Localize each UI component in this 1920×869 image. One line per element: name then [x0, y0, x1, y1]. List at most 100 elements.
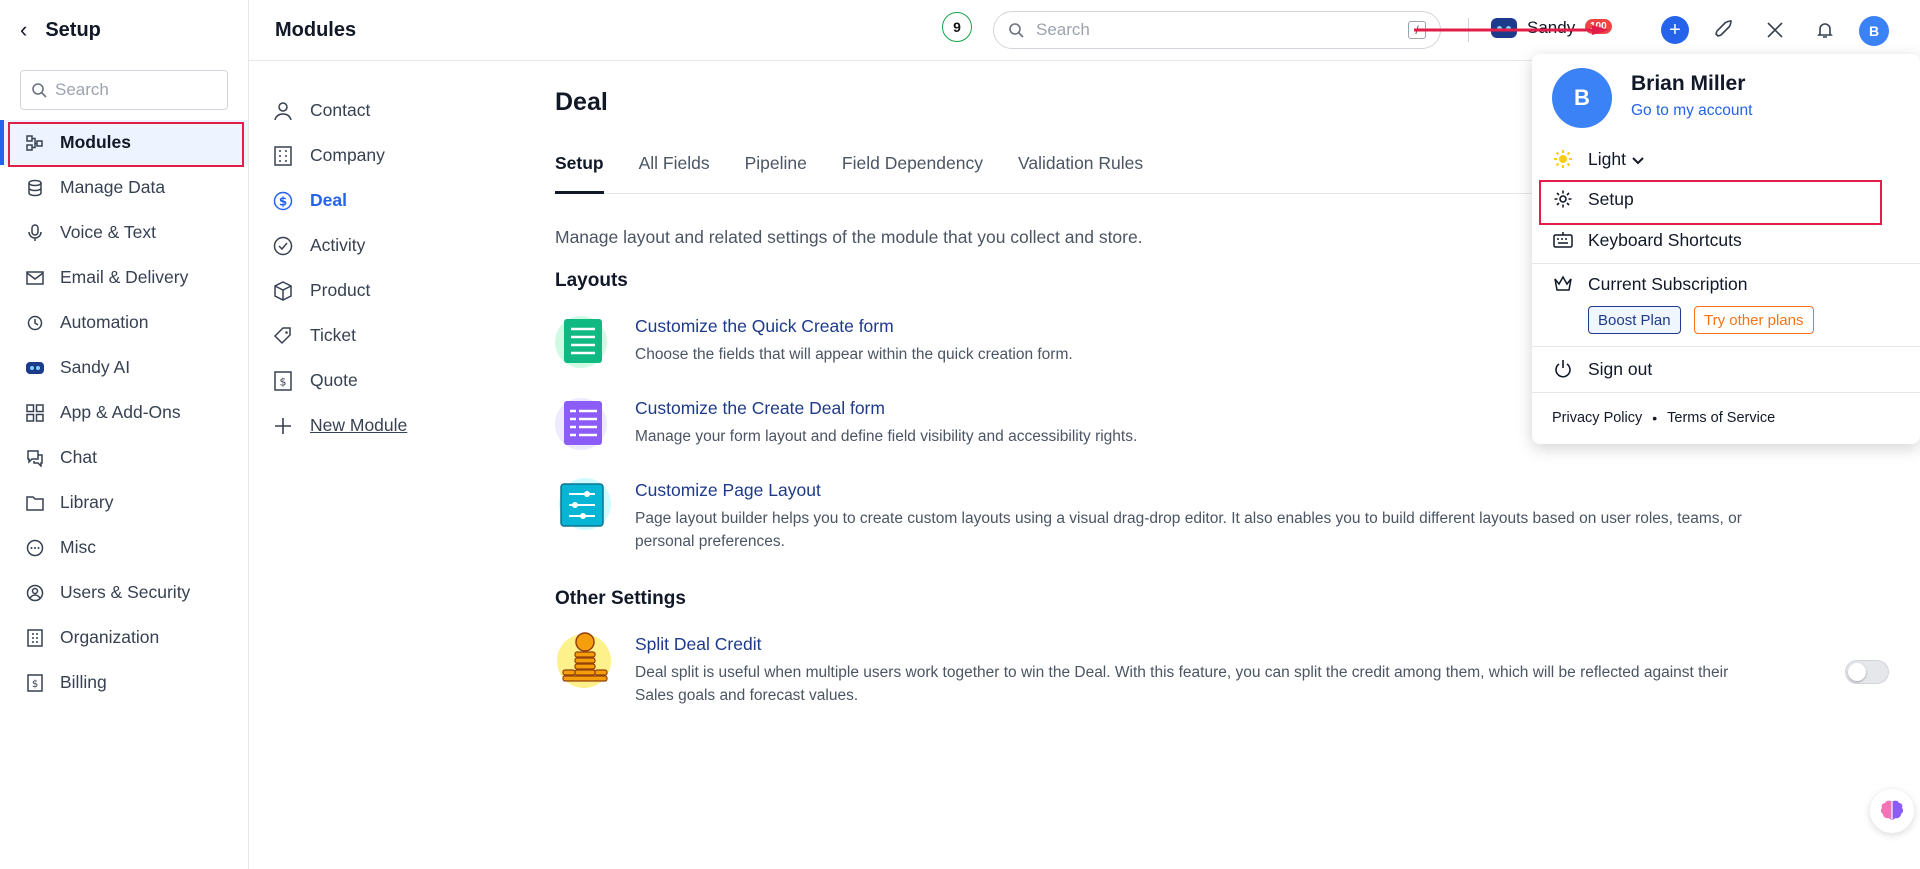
rocket-icon[interactable]	[1710, 16, 1738, 44]
sidebar-item-billing[interactable]: $ Billing	[0, 660, 248, 705]
menu-item-subscription[interactable]: Current Subscription	[1552, 273, 1748, 295]
menu-item-setup[interactable]: Setup	[1552, 188, 1634, 210]
sidebar-item-app-addons[interactable]: App & Add-Ons	[0, 390, 248, 435]
database-icon	[25, 178, 45, 198]
svg-text:$: $	[279, 194, 287, 208]
add-icon[interactable]: +	[1661, 16, 1689, 44]
sidebar-item-label: Chat	[60, 447, 97, 467]
menu-divider	[1532, 263, 1920, 264]
coins-icon	[555, 630, 613, 688]
terms-of-service-link[interactable]: Terms of Service	[1667, 410, 1775, 426]
sidebar-item-organization[interactable]: Organization	[0, 615, 248, 660]
back-arrow-icon[interactable]: ‹	[20, 17, 27, 43]
footer-separator: •	[1652, 410, 1658, 426]
tab-setup[interactable]: Setup	[555, 149, 604, 194]
menu-divider	[1532, 392, 1920, 393]
new-module-link[interactable]: New Module	[272, 403, 407, 448]
sidebar-item-manage-data[interactable]: Manage Data	[0, 165, 248, 210]
boost-plan-button[interactable]: Boost Plan	[1588, 306, 1681, 334]
menu-item-keyboard-shortcuts[interactable]: Keyboard Shortcuts	[1552, 229, 1742, 251]
tab-all-fields[interactable]: All Fields	[639, 149, 710, 193]
module-label: Company	[310, 145, 385, 165]
building-icon	[272, 145, 294, 167]
robot-icon	[25, 358, 45, 378]
quick-create-form-icon	[555, 312, 613, 370]
card-description: Page layout builder helps you to create …	[635, 510, 1742, 550]
layout-card-page-layout: Customize Page Layout Page layout builde…	[555, 476, 1905, 553]
menu-item-sign-out[interactable]: Sign out	[1552, 358, 1652, 380]
microphone-icon	[25, 223, 45, 243]
sidebar-header: ‹ Setup	[0, 0, 248, 60]
tools-icon[interactable]	[1761, 16, 1789, 44]
tab-field-dependency[interactable]: Field Dependency	[842, 149, 983, 193]
sidebar-item-label: Voice & Text	[60, 222, 156, 242]
search-icon	[32, 83, 47, 98]
go-to-account-link[interactable]: Go to my account	[1631, 102, 1752, 120]
sidebar-item-label: App & Add-Ons	[60, 402, 181, 422]
module-item-ticket[interactable]: Ticket	[272, 313, 407, 358]
module-label: Contact	[310, 100, 371, 120]
shortcuts-label: Keyboard Shortcuts	[1588, 229, 1742, 250]
sidebar-item-label: Email & Delivery	[60, 267, 189, 287]
bell-icon[interactable]	[1811, 16, 1839, 44]
page-title: Modules	[275, 18, 357, 41]
sidebar-item-sandy-ai[interactable]: Sandy AI	[0, 345, 248, 390]
sidebar-item-label: Billing	[60, 672, 107, 692]
module-label: New Module	[310, 415, 408, 435]
card-description: Choose the fields that will appear withi…	[635, 346, 1073, 363]
sidebar-item-label: Modules	[60, 132, 131, 152]
other-settings-heading: Other Settings	[555, 588, 686, 609]
menu-divider	[1532, 346, 1920, 347]
module-label: Product	[310, 280, 371, 300]
chevron-down-icon	[1632, 149, 1644, 170]
module-item-product[interactable]: Product	[272, 268, 407, 313]
tab-validation-rules[interactable]: Validation Rules	[1018, 149, 1143, 193]
sidebar-item-users-security[interactable]: Users & Security	[0, 570, 248, 615]
sidebar-item-label: Library	[60, 492, 114, 512]
search-shortcut-key: /	[1408, 21, 1426, 39]
sandy-ai-button[interactable]: Sandy	[1491, 18, 1575, 38]
module-item-activity[interactable]: Activity	[272, 223, 407, 268]
sidebar-item-label: Manage Data	[60, 177, 166, 197]
sidebar-item-modules[interactable]: Modules	[0, 120, 248, 165]
module-item-deal[interactable]: $ Deal	[272, 178, 407, 223]
module-item-company[interactable]: Company	[272, 133, 407, 178]
card-title-link[interactable]: Customize the Quick Create form	[635, 316, 1073, 337]
module-label: Quote	[310, 370, 358, 390]
privacy-policy-link[interactable]: Privacy Policy	[1552, 410, 1642, 426]
module-label: Activity	[310, 235, 366, 255]
sidebar-item-misc[interactable]: Misc	[0, 525, 248, 570]
tab-pipeline[interactable]: Pipeline	[745, 149, 807, 193]
module-item-contact[interactable]: Contact	[272, 88, 407, 133]
global-search-input[interactable]: Search /	[993, 11, 1441, 49]
sidebar-item-library[interactable]: Library	[0, 480, 248, 525]
sandy-label: Sandy	[1527, 18, 1576, 37]
module-item-quote[interactable]: $ Quote	[272, 358, 407, 403]
sidebar-search-input[interactable]: Search	[20, 70, 228, 110]
sidebar-title: Setup	[45, 18, 101, 41]
sidebar-item-label: Automation	[60, 312, 149, 332]
try-other-plans-button[interactable]: Try other plans	[1694, 306, 1814, 334]
user-menu-dropdown: B Brian Miller Go to my account Light Se…	[1532, 54, 1920, 444]
envelope-icon	[25, 268, 45, 288]
split-deal-credit-toggle[interactable]	[1845, 660, 1889, 684]
card-title-link[interactable]: Customize the Create Deal form	[635, 398, 1137, 419]
setup-sidebar: ‹ Setup Search Modules Manage Data Voice…	[0, 0, 249, 869]
sidebar-item-automation[interactable]: Automation	[0, 300, 248, 345]
module-list: Contact Company $ Deal Activity Product …	[272, 88, 407, 448]
power-icon	[1552, 358, 1574, 380]
notification-badge: 100	[1585, 19, 1612, 34]
page-layout-icon	[555, 476, 613, 534]
sidebar-item-voice-text[interactable]: Voice & Text	[0, 210, 248, 255]
ai-assistant-brain-icon[interactable]	[1870, 789, 1914, 833]
user-circle-icon	[25, 583, 45, 603]
module-label: Deal	[310, 190, 347, 210]
sidebar-item-chat[interactable]: Chat	[0, 435, 248, 480]
count-badge[interactable]: 9	[942, 12, 972, 42]
card-title-link[interactable]: Customize Page Layout	[635, 480, 1765, 501]
card-description: Manage your form layout and define field…	[635, 428, 1138, 445]
user-avatar-button[interactable]: B	[1859, 16, 1889, 46]
theme-selector[interactable]: Light	[1552, 148, 1644, 170]
automation-icon	[25, 313, 45, 333]
sidebar-item-email-delivery[interactable]: Email & Delivery	[0, 255, 248, 300]
